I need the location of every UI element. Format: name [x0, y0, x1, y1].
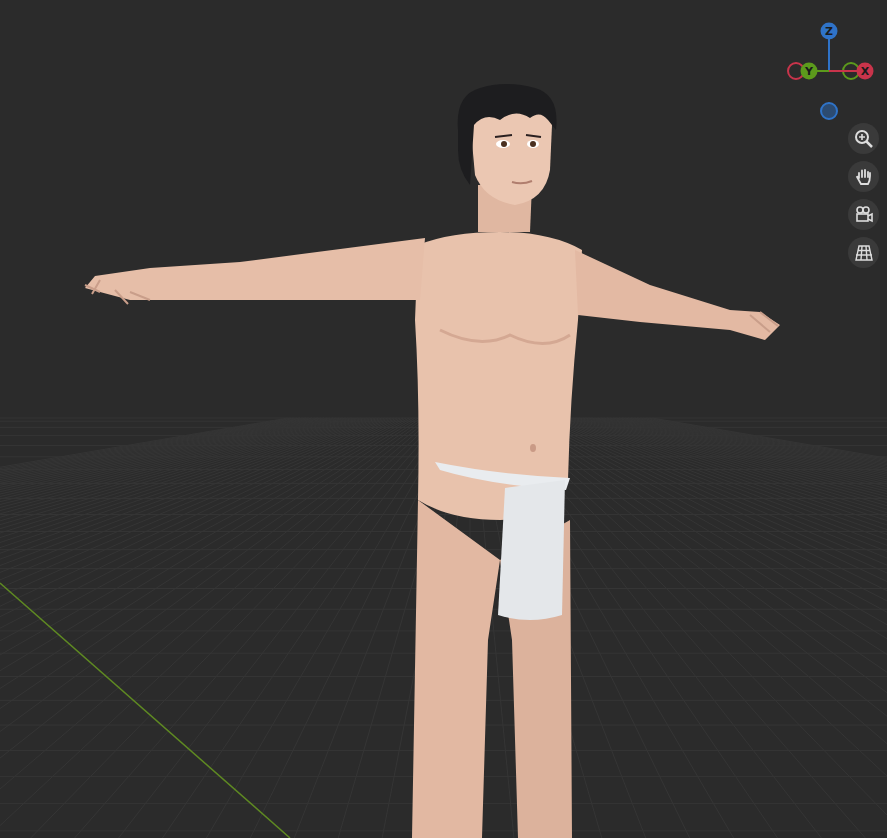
zoom-button[interactable]: [848, 123, 879, 154]
camera-button[interactable]: [848, 199, 879, 230]
axis-handle[interactable]: [857, 63, 874, 80]
axis-label: X: [861, 65, 870, 78]
camera-icon: [854, 205, 874, 225]
zoom-icon: [854, 129, 874, 149]
navigation-gizmo[interactable]: Z Y X: [780, 14, 880, 126]
pan-button[interactable]: [848, 161, 879, 192]
grid-icon: [854, 243, 874, 263]
axis-label: Y: [804, 65, 814, 78]
hand-icon: [854, 167, 874, 187]
navigation-tools: [848, 123, 879, 268]
axis-label: Z: [825, 25, 833, 38]
projection-button[interactable]: [848, 237, 879, 268]
axis-handle[interactable]: [801, 63, 818, 80]
3d-viewport[interactable]: Z Y X: [0, 0, 887, 838]
axis-negative-handle[interactable]: [821, 103, 837, 119]
axis-handle[interactable]: [821, 23, 838, 40]
scene-canvas[interactable]: [0, 0, 887, 838]
character-figure[interactable]: [85, 84, 780, 838]
